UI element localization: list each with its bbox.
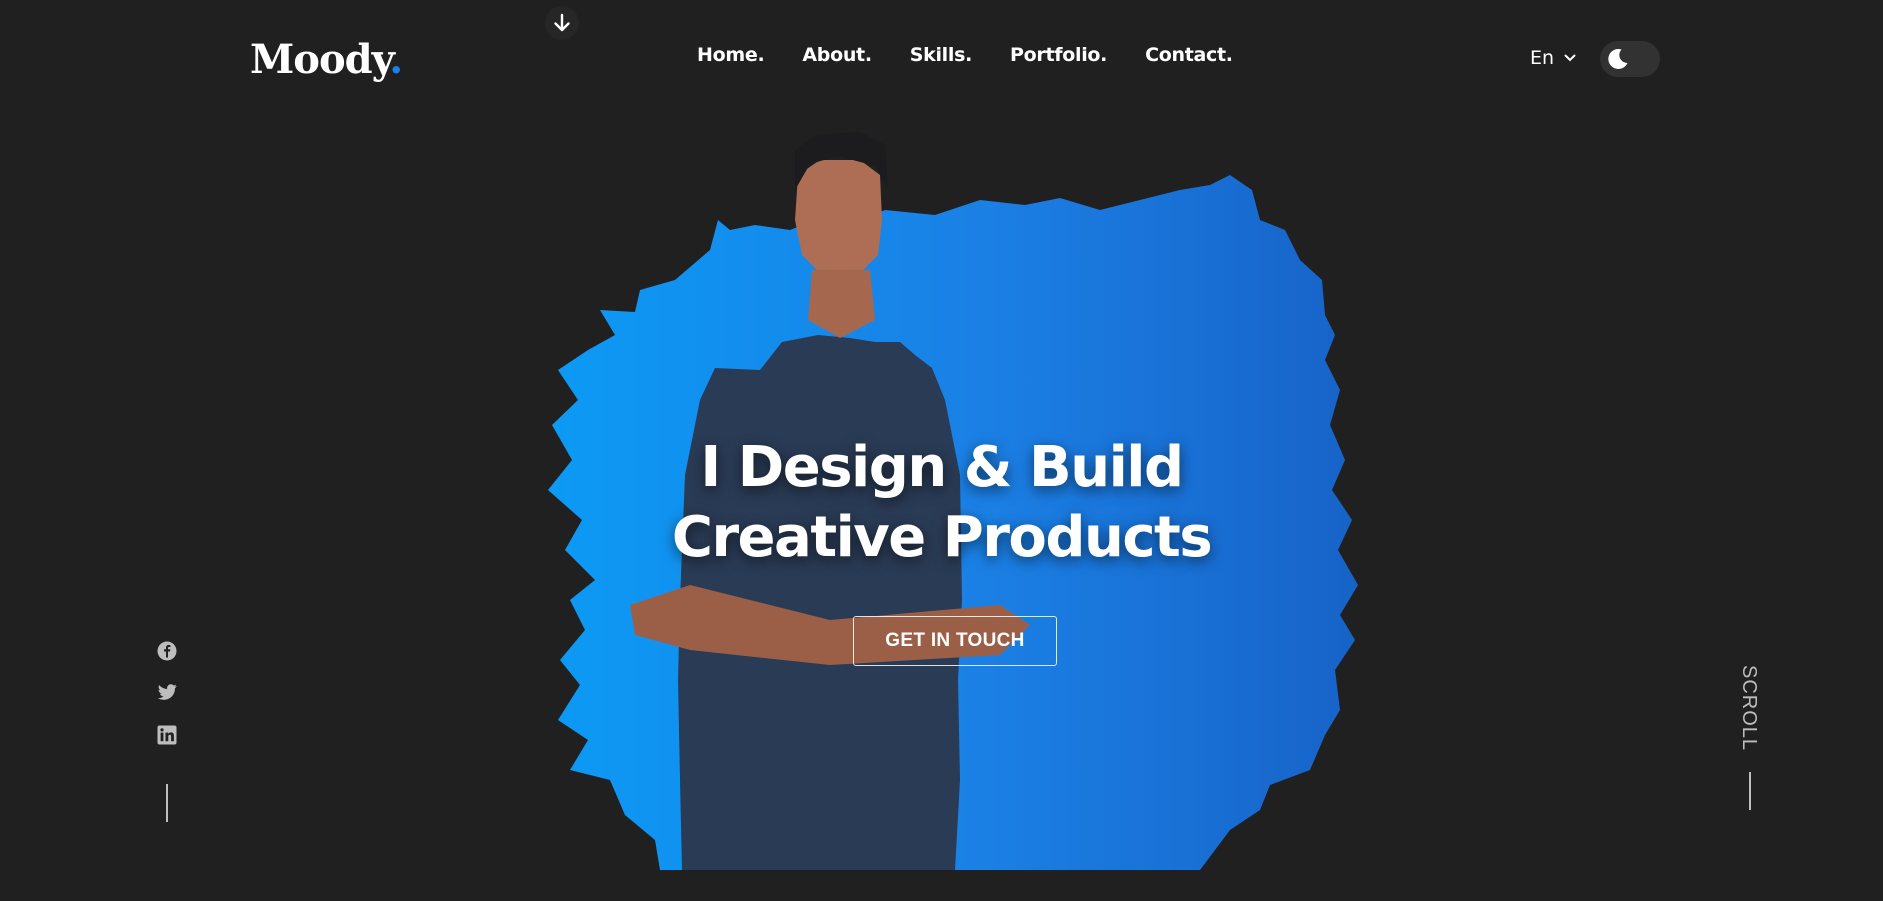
brand-logo[interactable]: Moody. bbox=[250, 36, 403, 83]
twitter-icon[interactable] bbox=[156, 682, 178, 704]
scroll-indicator[interactable]: SCROLL bbox=[1735, 665, 1765, 810]
headline-line-1: I Design & Build bbox=[700, 435, 1184, 500]
language-selector[interactable]: En bbox=[1530, 47, 1576, 69]
social-links bbox=[155, 640, 179, 822]
nav-link-contact[interactable]: Contact. bbox=[1145, 44, 1233, 66]
brand-name: Moody bbox=[250, 36, 390, 83]
main-nav: Home. About. Skills. Portfolio. Contact. bbox=[697, 44, 1233, 66]
headline-line-2: Creative Products bbox=[671, 505, 1213, 570]
moon-icon bbox=[1608, 48, 1628, 69]
theme-toggle[interactable] bbox=[1600, 41, 1660, 77]
linkedin-icon[interactable] bbox=[156, 724, 178, 746]
nav-link-home[interactable]: Home. bbox=[697, 44, 765, 66]
social-divider-line bbox=[166, 784, 168, 822]
get-in-touch-button[interactable]: GET IN TOUCH bbox=[853, 616, 1057, 666]
scroll-label: SCROLL bbox=[1738, 665, 1760, 752]
brand-dot: . bbox=[389, 36, 403, 83]
download-cv-button[interactable] bbox=[545, 6, 579, 40]
scroll-line bbox=[1749, 772, 1751, 810]
nav-link-about[interactable]: About. bbox=[802, 44, 872, 66]
chevron-down-icon bbox=[1564, 54, 1576, 62]
hero-headline: I Design & Build Creative Products bbox=[0, 433, 1883, 573]
arrow-down-icon bbox=[554, 13, 570, 32]
nav-link-portfolio[interactable]: Portfolio. bbox=[1010, 44, 1107, 66]
nav-link-skills[interactable]: Skills. bbox=[910, 44, 973, 66]
facebook-icon[interactable] bbox=[156, 640, 178, 662]
language-label: En bbox=[1530, 47, 1555, 69]
